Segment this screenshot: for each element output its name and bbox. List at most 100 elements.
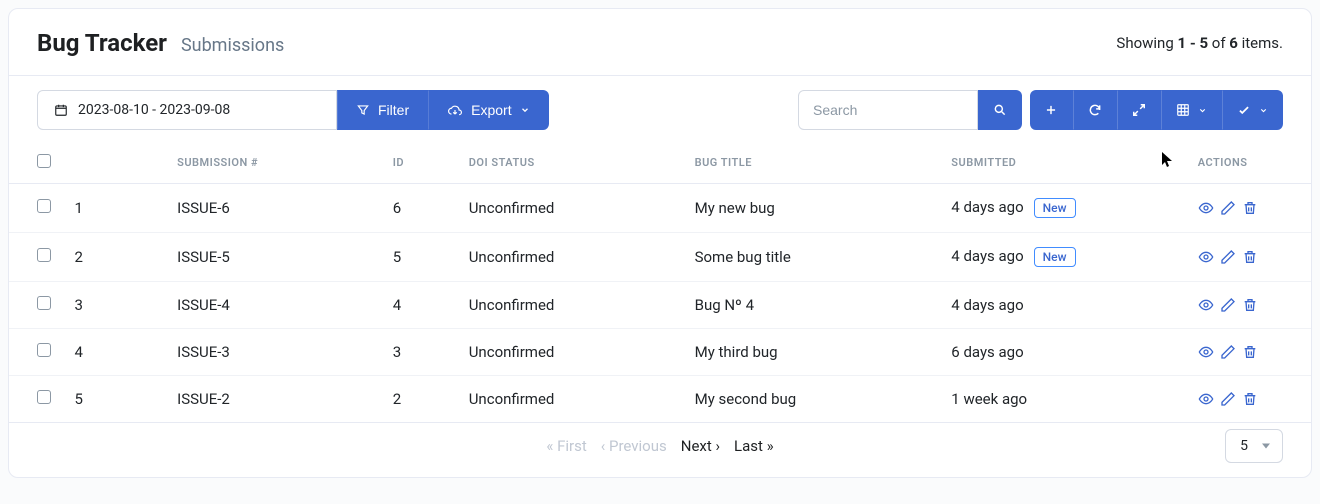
add-button[interactable] [1030,90,1073,130]
view-button[interactable] [1198,391,1214,407]
row-checkbox[interactable] [37,343,51,357]
bulk-actions-button[interactable] [1222,90,1283,130]
page-title: Bug Tracker [37,29,167,57]
trash-icon [1242,391,1258,407]
column-submission[interactable]: SUBMISSION # [167,144,383,184]
calendar-icon [54,103,68,117]
row-checkbox[interactable] [37,390,51,404]
delete-button[interactable] [1242,344,1258,360]
edit-button[interactable] [1220,200,1236,216]
table-row: 2ISSUE-55UnconfirmedSome bug title4 days… [9,233,1311,282]
showing-range: 1 - 5 [1177,34,1208,52]
row-doi-status: Unconfirmed [459,282,685,329]
row-submission[interactable]: ISSUE-5 [167,233,383,282]
row-submission[interactable]: ISSUE-6 [167,184,383,233]
date-range-value: 2023-08-10 - 2023-09-08 [78,102,230,118]
row-number: 3 [64,282,167,329]
export-button[interactable]: Export [428,90,548,130]
row-number: 1 [64,184,167,233]
search-button[interactable] [978,90,1022,130]
row-submitted: 1 week ago [941,376,1187,423]
view-button[interactable] [1198,249,1214,265]
main-card: Bug Tracker Submissions Showing 1 - 5 of… [8,8,1312,478]
column-doi-status[interactable]: DOI STATUS [459,144,685,184]
row-id: 3 [383,329,459,376]
trash-icon [1242,249,1258,265]
row-title: My third bug [685,329,942,376]
column-submitted[interactable]: SUBMITTED [941,144,1187,184]
row-checkbox[interactable] [37,248,51,262]
trash-icon [1242,200,1258,216]
edit-button[interactable] [1220,344,1236,360]
expand-button[interactable] [1117,90,1161,130]
refresh-button[interactable] [1073,90,1117,130]
trash-icon [1242,297,1258,313]
row-doi-status: Unconfirmed [459,376,685,423]
row-doi-status: Unconfirmed [459,184,685,233]
delete-button[interactable] [1242,391,1258,407]
view-button[interactable] [1198,344,1214,360]
edit-button[interactable] [1220,297,1236,313]
view-button[interactable] [1198,200,1214,216]
date-range-picker[interactable]: 2023-08-10 - 2023-09-08 [37,90,337,130]
row-title: My new bug [685,184,942,233]
row-checkbox[interactable] [37,199,51,213]
page-subtitle: Submissions [181,35,284,56]
delete-button[interactable] [1242,297,1258,313]
column-id[interactable]: ID [383,144,459,184]
row-id: 2 [383,376,459,423]
table-row: 5ISSUE-22UnconfirmedMy second bug1 week … [9,376,1311,423]
footer: « First ‹ Previous Next › Last » 5 [9,422,1311,477]
pager-previous: ‹ Previous [601,437,667,455]
row-submitted: 4 days ago [941,282,1187,329]
row-submission[interactable]: ISSUE-4 [167,282,383,329]
row-checkbox[interactable] [37,296,51,310]
header: Bug Tracker Submissions Showing 1 - 5 of… [9,9,1311,76]
showing-total: 6 [1229,34,1238,52]
toolbar: 2023-08-10 - 2023-09-08 Filter Export [9,76,1311,144]
row-title: Bug Nº 4 [685,282,942,329]
search-input[interactable] [798,90,978,130]
edit-button[interactable] [1220,249,1236,265]
row-doi-status: Unconfirmed [459,233,685,282]
chevron-down-icon [1198,106,1207,115]
row-title: My second bug [685,376,942,423]
columns-button[interactable] [1161,90,1222,130]
row-submission[interactable]: ISSUE-2 [167,376,383,423]
row-number: 2 [64,233,167,282]
page-size-select[interactable]: 5 [1225,429,1283,463]
toolbar-actions [1030,90,1283,130]
chevron-down-icon [520,105,530,115]
showing-suffix: items. [1238,34,1283,52]
eye-icon [1198,249,1214,265]
delete-button[interactable] [1242,200,1258,216]
row-number: 4 [64,329,167,376]
showing-summary: Showing 1 - 5 of 6 items. [1116,34,1283,52]
pager-last[interactable]: Last » [734,437,774,455]
grid-icon [1176,103,1190,117]
column-row-number [64,144,167,184]
row-submission[interactable]: ISSUE-3 [167,329,383,376]
table-row: 1ISSUE-66UnconfirmedMy new bug4 days ago… [9,184,1311,233]
edit-button[interactable] [1220,391,1236,407]
refresh-icon [1088,103,1102,117]
row-id: 4 [383,282,459,329]
showing-of: of [1208,34,1229,52]
select-all-checkbox[interactable] [37,154,51,168]
plus-icon [1044,103,1058,117]
delete-button[interactable] [1242,249,1258,265]
table-row: 3ISSUE-44UnconfirmedBug Nº 44 days ago [9,282,1311,329]
row-submitted: 4 days agoNew [941,184,1187,233]
submissions-table: SUBMISSION # ID DOI STATUS BUG TITLE SUB… [9,144,1311,422]
funnel-icon [356,103,370,117]
column-bug-title[interactable]: BUG TITLE [685,144,942,184]
row-submitted: 6 days ago [941,329,1187,376]
pager-first: « First [546,437,586,455]
row-id: 5 [383,233,459,282]
pencil-icon [1220,200,1236,216]
page-size-value: 5 [1240,438,1248,454]
pager-next[interactable]: Next › [681,437,720,455]
new-badge: New [1034,198,1076,218]
filter-button[interactable]: Filter [337,90,428,130]
view-button[interactable] [1198,297,1214,313]
